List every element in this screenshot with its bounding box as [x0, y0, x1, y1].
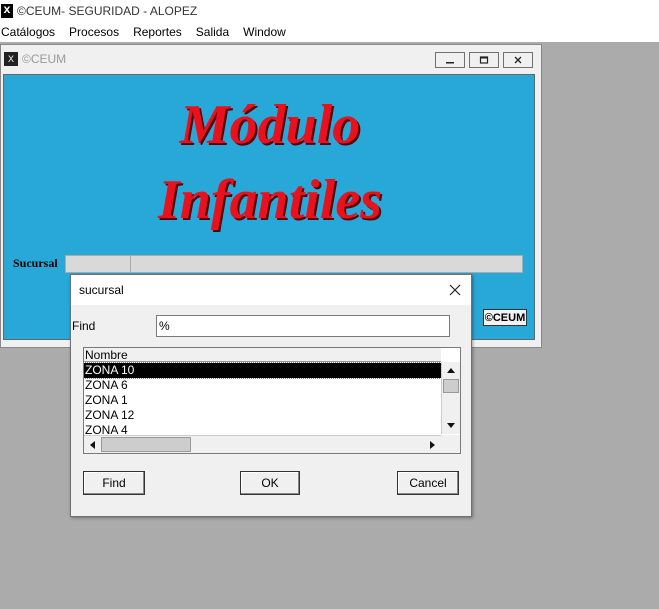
sucursal-dialog: sucursal Find Nombre ZONA 10 ZONA 6 ZONA… — [70, 274, 472, 517]
app-icon[interactable]: X — [1, 4, 13, 18]
child-window-title: ©CEUM — [22, 52, 67, 66]
list-rows: ZONA 10 ZONA 6 ZONA 1 ZONA 12 ZONA 4 — [84, 362, 442, 438]
dialog-titlebar[interactable]: sucursal — [71, 275, 471, 305]
menu-item-reportes[interactable]: Reportes — [126, 25, 189, 39]
window-controls — [435, 52, 533, 68]
menu-item-catalogos[interactable]: Catálogos — [0, 25, 62, 39]
vertical-scrollbar[interactable] — [441, 362, 460, 434]
scroll-up-button[interactable] — [442, 362, 460, 378]
scroll-down-button[interactable] — [442, 418, 460, 434]
find-input[interactable] — [156, 315, 450, 337]
find-button[interactable]: Find — [83, 471, 145, 495]
dialog-title: sucursal — [79, 283, 124, 297]
child-titlebar[interactable]: X ©CEUM — [1, 45, 541, 73]
close-icon — [514, 56, 522, 64]
restore-icon — [479, 56, 489, 64]
list-item[interactable]: ZONA 1 — [84, 393, 441, 408]
close-icon — [449, 284, 461, 296]
vertical-scroll-thumb[interactable] — [443, 379, 459, 393]
sucursal-code-field[interactable] — [65, 255, 131, 273]
ceum-badge: ©CEUM — [483, 309, 527, 326]
scroll-left-button[interactable] — [84, 436, 100, 453]
horizontal-scrollbar[interactable] — [84, 435, 441, 453]
scroll-right-button[interactable] — [425, 436, 441, 453]
find-label: Find — [72, 319, 96, 333]
scrollbar-corner — [441, 435, 460, 453]
child-window-icon[interactable]: X — [4, 52, 18, 66]
app-title: ©CEUM- SEGURIDAD - ALOPEZ — [17, 4, 198, 18]
sucursal-name-field[interactable] — [130, 255, 523, 273]
sucursal-list[interactable]: Nombre ZONA 10 ZONA 6 ZONA 1 ZONA 12 ZON… — [83, 347, 461, 454]
minimize-icon — [446, 62, 454, 64]
sucursal-label: Sucursal — [13, 256, 58, 270]
restore-button[interactable] — [469, 52, 499, 68]
menu-item-window[interactable]: Window — [236, 25, 293, 39]
module-heading-line2: Infantiles — [157, 169, 383, 231]
arrow-right-icon — [430, 440, 435, 449]
list-item[interactable]: ZONA 6 — [84, 378, 441, 393]
list-item[interactable]: ZONA 10 — [84, 362, 442, 379]
list-item[interactable]: ZONA 12 — [84, 408, 441, 423]
menu-item-salida[interactable]: Salida — [189, 25, 236, 39]
arrow-left-icon — [90, 440, 95, 449]
close-button[interactable] — [503, 52, 533, 68]
app-titlebar: X ©CEUM- SEGURIDAD - ALOPEZ — [0, 0, 659, 22]
menu-item-procesos[interactable]: Procesos — [62, 25, 126, 39]
module-heading-line1: Módulo — [179, 94, 361, 156]
horizontal-scroll-thumb[interactable] — [101, 437, 191, 452]
list-column-header-nombre[interactable]: Nombre — [84, 348, 441, 362]
cancel-button[interactable]: Cancel — [397, 471, 459, 495]
dialog-close-button[interactable] — [445, 280, 465, 300]
arrow-down-icon — [447, 423, 455, 428]
arrow-up-icon — [447, 368, 455, 373]
menubar: Catálogos Procesos Reportes Salida Windo… — [0, 22, 659, 42]
minimize-button[interactable] — [435, 52, 465, 68]
ok-button[interactable]: OK — [240, 471, 300, 495]
